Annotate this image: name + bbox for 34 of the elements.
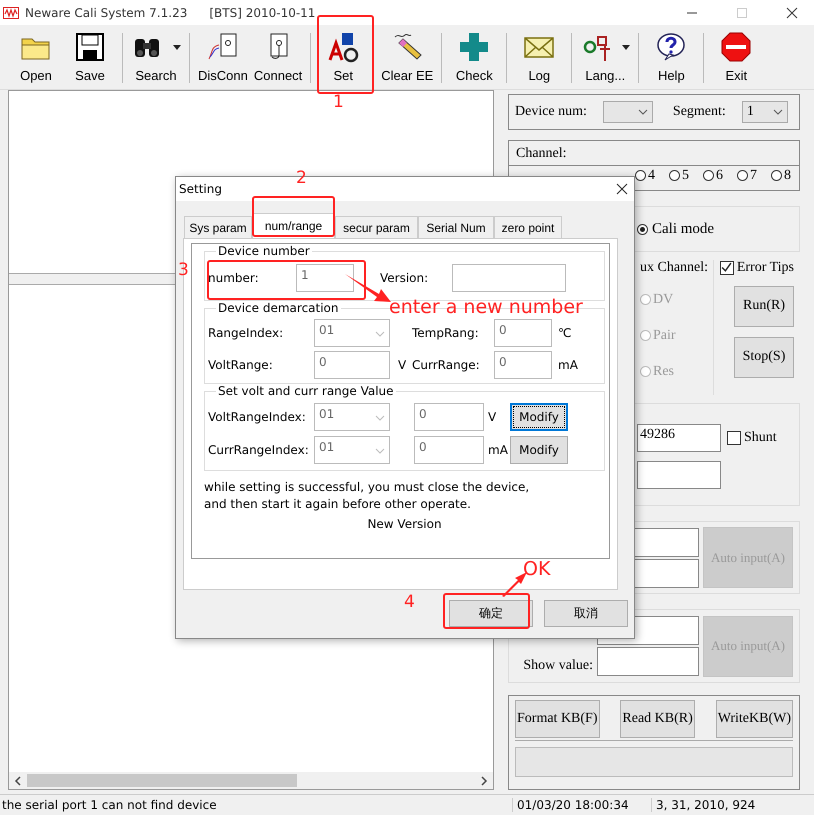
dialog-title: Setting bbox=[179, 182, 222, 196]
range-index-label: RangeIndex: bbox=[208, 326, 284, 340]
step-number: 1 bbox=[333, 94, 344, 111]
unit-label: mA bbox=[487, 442, 509, 456]
channel-label: Channel: bbox=[509, 140, 799, 166]
unit-label: V bbox=[487, 410, 498, 424]
curr-range-label: CurrRange: bbox=[412, 358, 481, 372]
status-text: 3, 31, 2010, 924 bbox=[651, 798, 756, 812]
unit-label: ℃ bbox=[557, 326, 572, 340]
group-title: Device demarcation bbox=[217, 301, 340, 315]
temp-range-label: TempRang: bbox=[412, 326, 480, 340]
step-number: 2 bbox=[296, 170, 307, 187]
annotation-text: OK bbox=[523, 560, 550, 579]
group-title: Set volt and curr range Value bbox=[217, 384, 395, 398]
range-index-label: CurrRangeIndex: bbox=[208, 442, 310, 456]
group-title: Device number bbox=[217, 244, 311, 258]
step-number: 4 bbox=[404, 594, 415, 611]
aux-channel-label: ux Channel: bbox=[640, 260, 710, 276]
range-index-label: VoltRangeIndex: bbox=[208, 410, 307, 424]
window-subtitle: [BTS] 2010-10-11 bbox=[209, 6, 316, 20]
window-title: Neware Cali System 7.1.23 bbox=[25, 6, 188, 20]
show-value-label: Show value: bbox=[523, 658, 593, 674]
note-text: while setting is successful, you must close the device, and then start it again before other operate. bbox=[204, 479, 530, 513]
status-text: 01/03/20 18:00:34 bbox=[512, 798, 651, 812]
annotation-text: enter a new number bbox=[389, 298, 583, 317]
device-num-label: Device num: bbox=[515, 104, 587, 120]
new-version-text: New Version bbox=[367, 517, 442, 531]
unit-label: V bbox=[397, 358, 408, 372]
volt-range-label: VoltRange: bbox=[208, 358, 274, 372]
version-label: Version: bbox=[380, 271, 430, 285]
segment-label: Segment: bbox=[672, 104, 726, 120]
status-text: the serial port 1 can not find device bbox=[1, 798, 218, 812]
number-label: number: bbox=[208, 271, 260, 285]
step-number: 3 bbox=[178, 262, 189, 279]
